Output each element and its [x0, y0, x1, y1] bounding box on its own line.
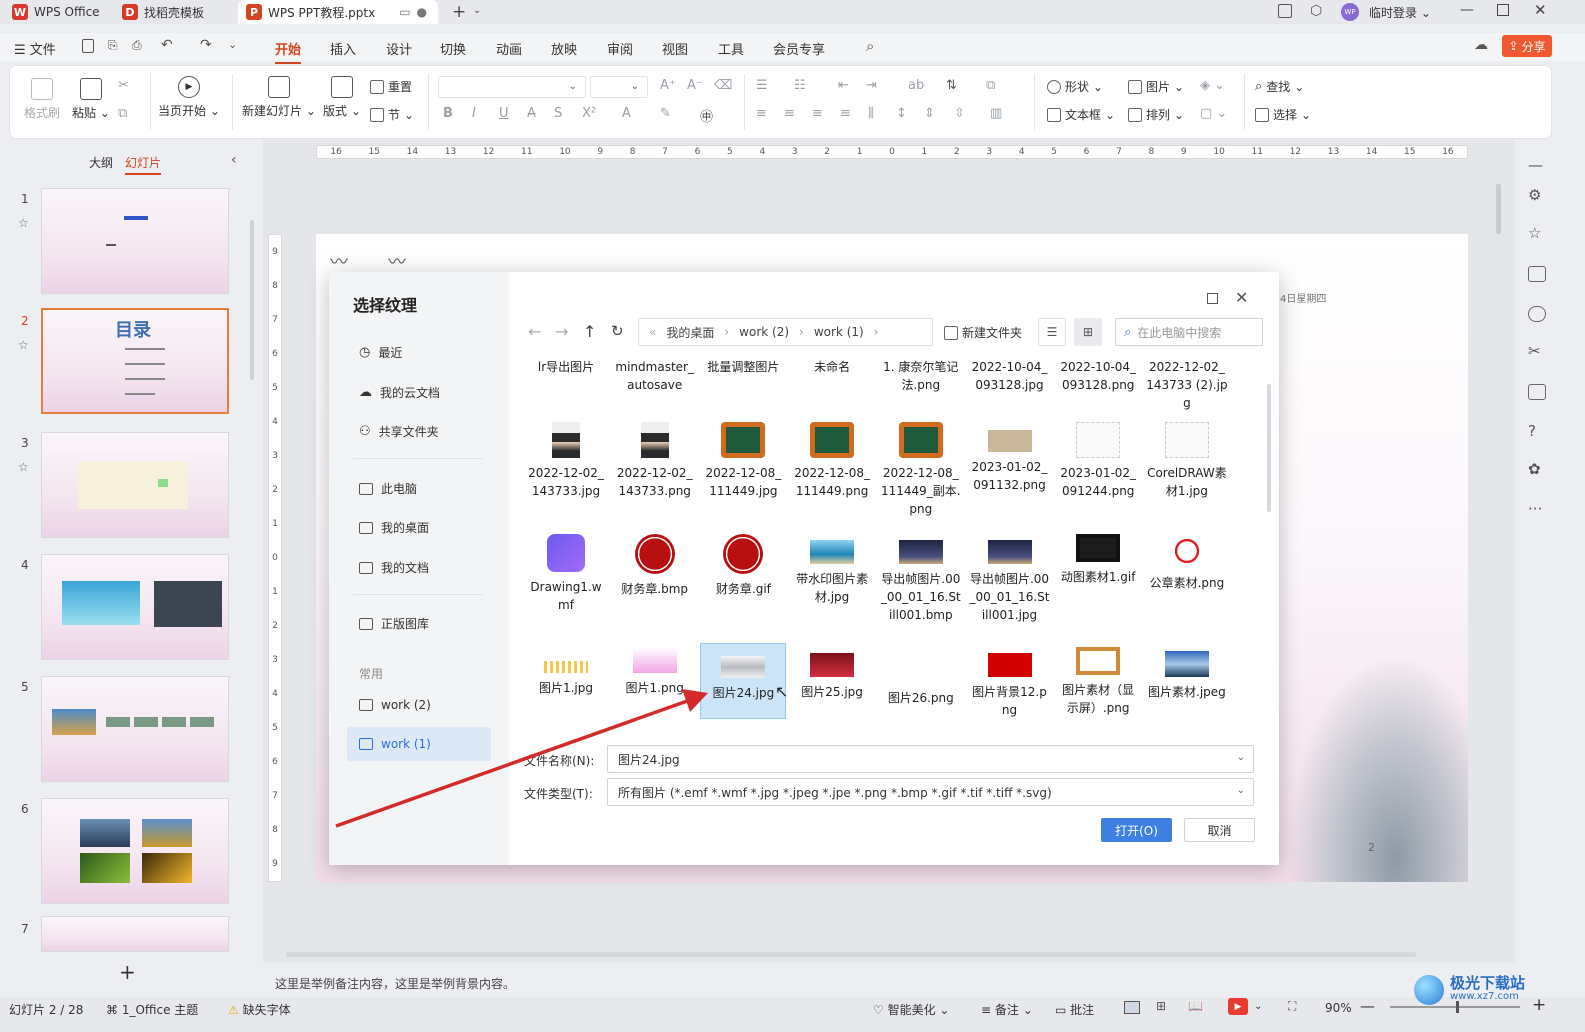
mouse-cursor-icon: ↖ — [775, 682, 789, 701]
annotation-arrow — [335, 689, 708, 828]
